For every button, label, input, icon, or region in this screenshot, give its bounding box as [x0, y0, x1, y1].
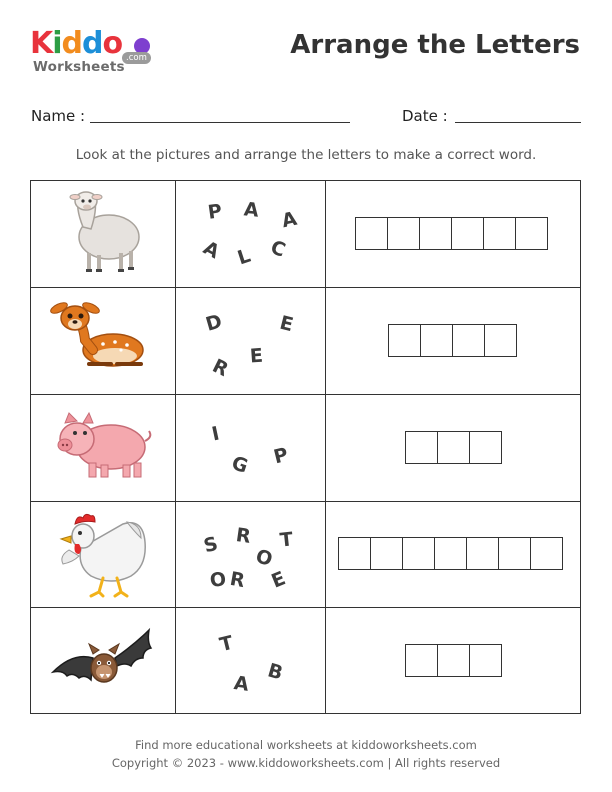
scrambled-letter: R [208, 354, 232, 382]
answer-box[interactable] [515, 217, 548, 250]
answer-cell [325, 607, 581, 714]
scrambled-letter: L [234, 244, 254, 270]
picture-cell [30, 607, 176, 714]
logo-letter: d [82, 26, 104, 61]
pig-icon [57, 411, 152, 478]
answer-box[interactable] [451, 217, 484, 250]
answer-box[interactable] [498, 537, 531, 570]
scrambled-letter: T [278, 528, 295, 552]
scrambled-letters-cell: S R T O O R E [175, 501, 326, 608]
answer-box[interactable] [469, 431, 502, 464]
scrambled-letters-cell: T B A [175, 607, 326, 714]
scrambled-letter: E [249, 344, 264, 368]
answer-cell [325, 287, 581, 395]
rooster-icon [59, 513, 146, 598]
scrambled-letter: I [209, 422, 222, 446]
answer-box[interactable] [402, 537, 435, 570]
page-title: Arrange the Letters [290, 30, 580, 60]
answer-box[interactable] [437, 644, 470, 677]
logo-wordmark: Kiddo [30, 26, 124, 61]
scrambled-letter: P [271, 443, 291, 469]
footer-promo: Find more educational worksheets at kidd… [135, 738, 477, 752]
instructions: Look at the pictures and arrange the let… [75, 147, 537, 163]
scrambled-letter: B [265, 659, 286, 685]
answer-box[interactable] [434, 537, 467, 570]
answer-box[interactable] [405, 644, 438, 677]
answer-box[interactable] [484, 324, 517, 357]
answer-box[interactable] [355, 217, 388, 250]
bat-icon [50, 627, 153, 683]
answer-box[interactable] [483, 217, 516, 250]
answer-box[interactable] [405, 431, 438, 464]
answer-cell [325, 394, 581, 502]
date-field[interactable] [455, 122, 581, 123]
worksheet-grid: P A A A L C D E E R I G P S R T O O R E … [30, 180, 581, 714]
picture-cell [30, 287, 176, 395]
scrambled-letter: E [268, 567, 289, 593]
picture-cell [30, 501, 176, 608]
answer-box[interactable] [437, 431, 470, 464]
picture-cell [30, 394, 176, 502]
answer-boxes [405, 431, 502, 464]
answer-box[interactable] [530, 537, 563, 570]
scrambled-letter: S [201, 532, 221, 558]
answer-boxes [355, 217, 548, 250]
answer-box[interactable] [370, 537, 403, 570]
answer-box[interactable] [388, 324, 421, 357]
answer-box[interactable] [469, 644, 502, 677]
scrambled-letter: P [206, 200, 224, 224]
scrambled-letter: A [199, 236, 224, 264]
logo-subtitle: Worksheets [33, 59, 125, 75]
scrambled-letter: D [203, 310, 225, 336]
name-label: Name : [31, 107, 86, 125]
logo-letter: K [30, 26, 53, 61]
answer-box[interactable] [419, 217, 452, 250]
logo-domain-badge: .com [122, 52, 151, 64]
logo-letter: i [52, 26, 62, 61]
scrambled-letter: O [208, 567, 228, 593]
scrambled-letter: G [228, 452, 251, 478]
scrambled-letters-cell: P A A A L C [175, 180, 326, 288]
scrambled-letters-cell: I G P [175, 394, 326, 502]
answer-boxes [388, 324, 517, 357]
answer-boxes [338, 537, 563, 570]
scrambled-letter: O [252, 545, 276, 571]
answer-box[interactable] [387, 217, 420, 250]
scrambled-letter: A [232, 672, 251, 696]
answer-cell [325, 180, 581, 288]
answer-box[interactable] [452, 324, 485, 357]
name-field[interactable] [90, 122, 350, 123]
footer-copyright: Copyright © 2023 - www.kiddoworksheets.c… [111, 756, 501, 770]
answer-box[interactable] [466, 537, 499, 570]
scrambled-letters-cell: D E E R [175, 287, 326, 395]
alpaca-icon [69, 191, 140, 272]
answer-boxes [405, 644, 502, 677]
scrambled-letter: C [267, 236, 289, 262]
kiddo-logo: Kiddo Worksheets .com [30, 28, 160, 78]
scrambled-letter: T [217, 631, 236, 657]
scrambled-letter: E [277, 311, 296, 337]
picture-cell [30, 180, 176, 288]
deer-icon [50, 302, 144, 367]
scrambled-letter: A [279, 207, 299, 233]
date-label: Date : [402, 107, 448, 125]
answer-cell [325, 501, 581, 608]
answer-box[interactable] [338, 537, 371, 570]
scrambled-letter: R [228, 567, 247, 593]
answer-box[interactable] [420, 324, 453, 357]
scrambled-letter: R [234, 524, 253, 548]
scrambled-letter: A [242, 198, 260, 222]
logo-letter: d [61, 26, 84, 61]
logo-letter: o [102, 26, 124, 61]
